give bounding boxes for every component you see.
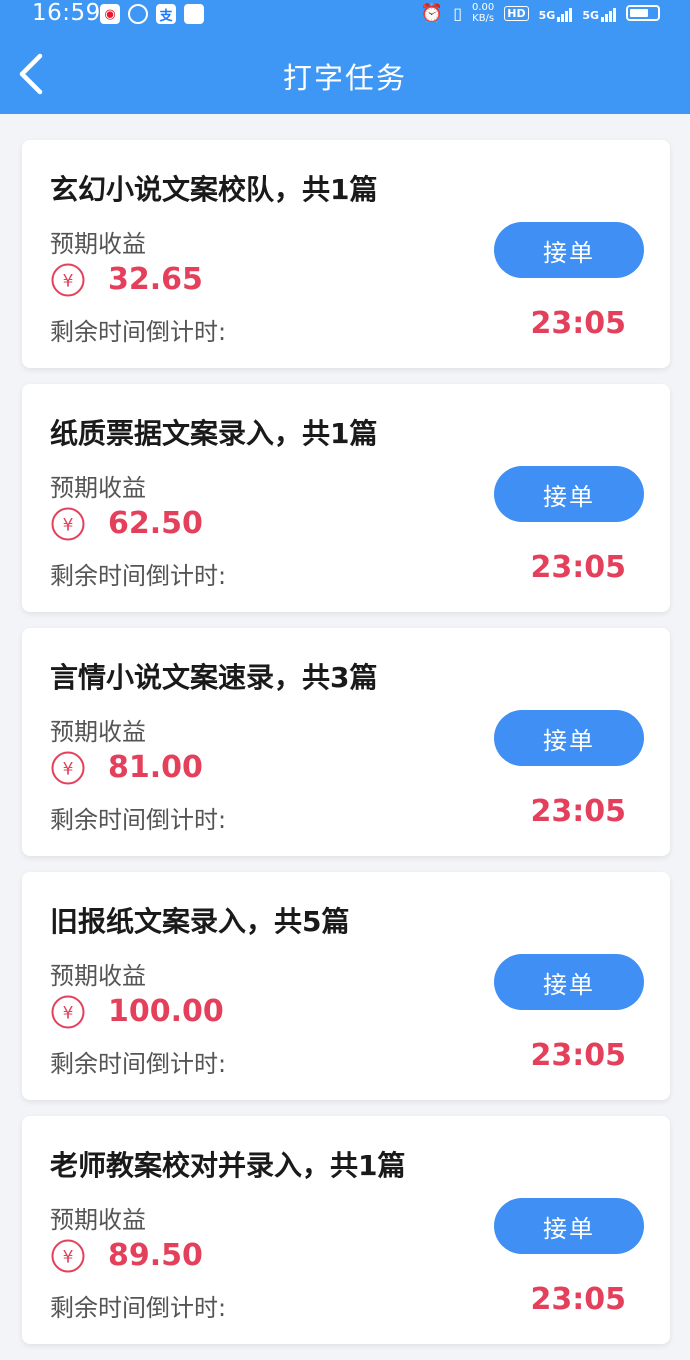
countdown-label: 剩余时间倒计时:: [50, 1050, 227, 1078]
svg-text:¥: ¥: [63, 1004, 74, 1024]
countdown-time: 23:05: [530, 794, 627, 829]
alarm-icon: ⏰: [420, 2, 444, 24]
task-title: 老师教案校对并录入，共1篇: [50, 1149, 406, 1182]
signal-1: 5G: [539, 4, 573, 22]
income-amount: 100.00: [108, 994, 224, 1029]
network-speed-unit: KB/s: [472, 13, 495, 24]
app-ring-icon: [128, 4, 148, 24]
countdown-label: 剩余时间倒计时:: [50, 562, 227, 590]
weibo-icon: ◉: [100, 4, 120, 24]
countdown-time: 23:05: [530, 1282, 627, 1317]
countdown-time: 23:05: [530, 550, 627, 585]
countdown-label: 剩余时间倒计时:: [50, 1294, 227, 1322]
task-title: 旧报纸文案录入，共5篇: [50, 905, 350, 938]
app-square-icon: [184, 4, 204, 24]
svg-text:¥: ¥: [63, 272, 74, 292]
signal-bars-icon: [601, 4, 616, 22]
network-speed-value: 0.00: [472, 2, 495, 13]
accept-order-button[interactable]: 接单: [494, 1198, 644, 1254]
expected-income-label: 预期收益: [50, 1206, 146, 1234]
countdown-time: 23:05: [530, 306, 627, 341]
alipay-icon: 支: [156, 4, 176, 24]
task-list: 玄幻小说文案校队，共1篇 预期收益 ¥ 32.65 剩余时间倒计时: 23:05…: [22, 140, 670, 1360]
task-title: 纸质票据文案录入，共1篇: [50, 417, 378, 450]
vibrate-icon: ▯: [453, 3, 463, 23]
accept-order-button[interactable]: 接单: [494, 466, 644, 522]
signal-bars-icon: [557, 4, 573, 22]
app-header: 16:59 ◉ 支 ⏰ ▯ 0.00 KB/s HD 5G 5G 打字任务: [0, 0, 690, 114]
task-title: 言情小说文案速录，共3篇: [50, 661, 378, 694]
countdown-time: 23:05: [530, 1038, 627, 1073]
task-card: 老师教案校对并录入，共1篇 预期收益 ¥ 89.50 剩余时间倒计时: 23:0…: [22, 1116, 670, 1344]
task-card: 旧报纸文案录入，共5篇 预期收益 ¥ 100.00 剩余时间倒计时: 23:05…: [22, 872, 670, 1100]
signal-1-label: 5G: [538, 9, 556, 22]
battery-icon: [626, 5, 660, 21]
yen-icon: ¥: [51, 263, 85, 297]
income-amount: 89.50: [108, 1238, 203, 1273]
countdown-label: 剩余时间倒计时:: [50, 318, 227, 346]
expected-income-label: 预期收益: [50, 718, 146, 746]
hd-icon: HD: [504, 5, 529, 21]
status-bar: 16:59 ◉ 支 ⏰ ▯ 0.00 KB/s HD 5G 5G: [0, 0, 690, 30]
svg-text:¥: ¥: [63, 760, 74, 780]
yen-icon: ¥: [51, 507, 85, 541]
accept-order-button[interactable]: 接单: [494, 710, 644, 766]
notification-icons: ◉ 支: [100, 4, 204, 24]
page-title: 打字任务: [282, 61, 407, 95]
accept-order-button[interactable]: 接单: [494, 954, 644, 1010]
signal-2: 5G: [582, 4, 616, 22]
status-time: 16:59: [32, 0, 101, 26]
status-right: ⏰ ▯ 0.00 KB/s HD 5G 5G: [421, 2, 660, 24]
task-card: 纸质票据文案录入，共1篇 预期收益 ¥ 62.50 剩余时间倒计时: 23:05…: [22, 384, 670, 612]
expected-income-label: 预期收益: [50, 962, 146, 990]
yen-icon: ¥: [51, 995, 85, 1029]
income-amount: 32.65: [108, 262, 203, 297]
signal-2-label: 5G: [582, 9, 599, 22]
task-card: 玄幻小说文案校队，共1篇 预期收益 ¥ 32.65 剩余时间倒计时: 23:05…: [22, 140, 670, 368]
accept-order-button[interactable]: 接单: [494, 222, 644, 278]
expected-income-label: 预期收益: [50, 230, 146, 258]
yen-icon: ¥: [51, 1239, 85, 1273]
svg-text:¥: ¥: [63, 516, 74, 536]
income-amount: 62.50: [108, 506, 203, 541]
task-title: 玄幻小说文案校队，共1篇: [50, 173, 378, 206]
expected-income-label: 预期收益: [50, 474, 146, 502]
task-card: 言情小说文案速录，共3篇 预期收益 ¥ 81.00 剩余时间倒计时: 23:05…: [22, 628, 670, 856]
yen-icon: ¥: [51, 751, 85, 785]
income-amount: 81.00: [108, 750, 203, 785]
network-speed: 0.00 KB/s: [472, 2, 494, 24]
svg-text:¥: ¥: [63, 1248, 74, 1268]
countdown-label: 剩余时间倒计时:: [50, 806, 227, 834]
